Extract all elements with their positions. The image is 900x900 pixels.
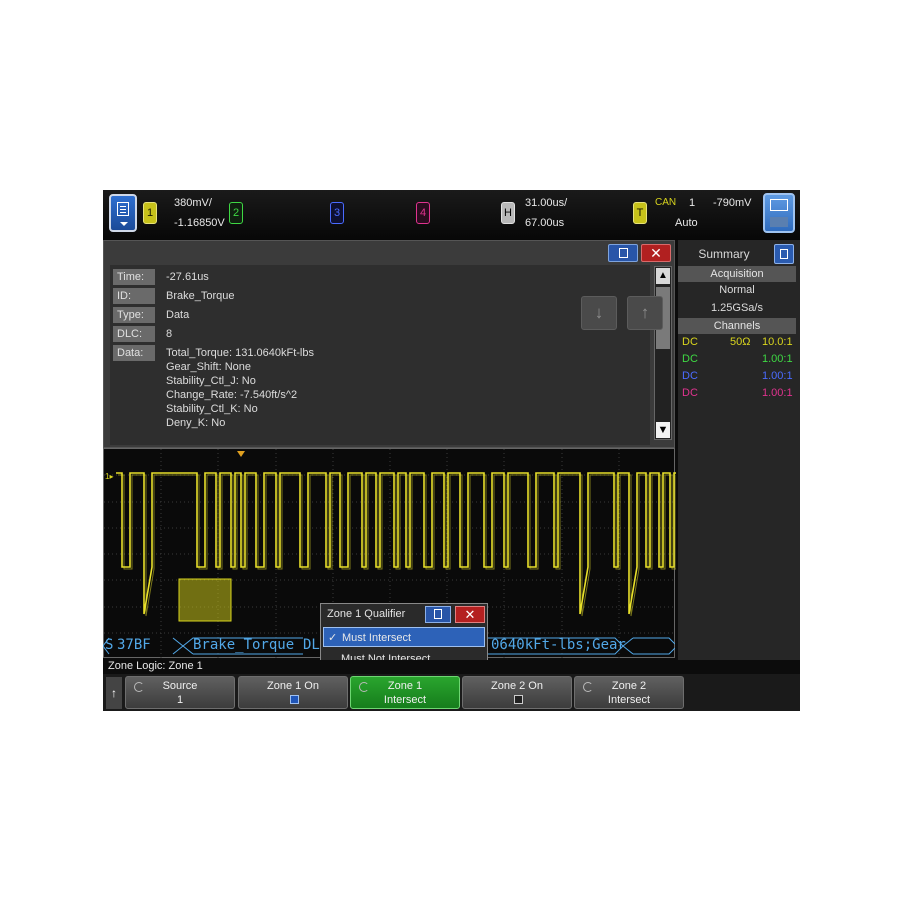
softkey-label: Source (162, 680, 198, 692)
oscilloscope-screen: 1 380mV/ -1.16850V 2 3 4 H 31.00us/ 67.0… (103, 190, 800, 711)
trigger-mode: Auto (675, 217, 698, 229)
lister-close-button[interactable]: ✕ (641, 244, 671, 262)
softkey-value: Intersect (383, 694, 427, 706)
menu-icon (117, 202, 129, 216)
field-label: Time: (113, 269, 155, 285)
field-value: 8 (166, 328, 173, 340)
top-status-bar: 1 380mV/ -1.16850V 2 3 4 H 31.00us/ 67.0… (103, 190, 800, 240)
ch1-ground-marker: 1▸ (105, 472, 113, 481)
channel-row: DC 1.00:1 (682, 353, 794, 367)
softkey-bar: ↑ Source 1 Zone 1 On Zone 1 Intersect Zo… (103, 674, 800, 711)
channel-row: DC 1.00:1 (682, 370, 794, 384)
channel-probe: 1.00:1 (762, 370, 793, 382)
lister-panel: ✕ Time: -27.61us ID: Brake_Torque Type: … (103, 240, 675, 448)
field-value: Brake_Torque (166, 290, 235, 302)
summary-title: Summary (698, 247, 750, 261)
channel-3-badge[interactable]: 3 (330, 202, 344, 224)
channel-4-badge[interactable]: 4 (416, 202, 430, 224)
channels-header: Channels (678, 318, 796, 334)
field-label: ID: (113, 288, 155, 304)
channel-coupling: DC (682, 370, 698, 382)
data-line: Change_Rate: -7.540ft/s^2 (166, 389, 298, 401)
waveform-icon (770, 217, 788, 227)
trigger-channel: 1 (689, 197, 696, 209)
zone-2-intersect-softkey[interactable]: Zone 2 Intersect (574, 676, 684, 709)
popup-menu-button[interactable] (425, 606, 451, 623)
scroll-bottom-icon[interactable]: ▼ (656, 422, 670, 438)
zone-1-intersect-softkey[interactable]: Zone 1 Intersect (350, 676, 460, 709)
delay-value: 67.00us (525, 217, 565, 229)
data-line: Total_Torque: 131.0640kFt-lbs (166, 347, 314, 359)
screen-icon (770, 199, 788, 211)
data-line: Deny_K: No (166, 417, 226, 429)
zone-1-checkbox[interactable] (290, 695, 299, 704)
ch1-scale: 380mV/ (174, 197, 212, 209)
trigger-badge[interactable]: T (633, 202, 647, 224)
zone-logic-text: Zone Logic: Zone 1 (108, 660, 203, 672)
chevron-down-icon (120, 222, 128, 226)
ch1-offset: -1.16850V (174, 217, 225, 229)
popup-close-button[interactable]: ✕ (455, 606, 485, 623)
trigger-protocol: CAN (655, 197, 677, 208)
channel-row: DC 1.00:1 (682, 387, 794, 401)
softkey-label: Zone 2 On (491, 680, 543, 692)
channel-probe: 1.00:1 (762, 387, 793, 399)
check-icon: ✓ (328, 632, 338, 644)
field-value: Data (166, 309, 190, 321)
horizontal-badge[interactable]: H (501, 202, 515, 224)
data-line: Gear_Shift: None (166, 361, 251, 373)
channel-coupling: DC (682, 336, 698, 348)
next-frame-button[interactable]: ↓ (581, 296, 617, 330)
lister-menu-button[interactable] (608, 244, 638, 262)
summary-menu-icon[interactable] (774, 244, 794, 264)
previous-frame-button[interactable]: ↑ (627, 296, 663, 330)
main-menu-button[interactable] (109, 194, 137, 232)
timebase-value: 31.00us/ (525, 197, 568, 209)
zone-1-on-softkey[interactable]: Zone 1 On (238, 676, 348, 709)
scroll-top-icon[interactable]: ▲ (656, 268, 670, 284)
summary-panel: Summary Acquisition Normal 1.25GSa/s Cha… (678, 240, 800, 660)
sample-rate: 1.25GSa/s (711, 302, 763, 314)
trigger-position-marker (237, 451, 245, 457)
acquisition-header: Acquisition (678, 266, 796, 282)
softkey-label: Zone 1 On (267, 680, 319, 692)
field-value: -27.61us (166, 271, 209, 283)
softkey-value: Intersect (607, 694, 651, 706)
zone-2-on-softkey[interactable]: Zone 2 On (462, 676, 572, 709)
channel-row: DC 50Ω 10.0:1 (682, 336, 794, 350)
display-button[interactable] (763, 193, 795, 233)
acquisition-mode: Normal (719, 284, 755, 296)
source-softkey[interactable]: Source 1 (125, 676, 235, 709)
data-line: Stability_Ctl_K: No (166, 403, 258, 415)
field-label: DLC: (113, 326, 155, 342)
channel-probe: 1.00:1 (762, 353, 793, 365)
softkey-value: 1 (176, 694, 184, 706)
data-line: Stability_Ctl_J: No (166, 375, 256, 387)
channel-1-badge[interactable]: 1 (143, 202, 157, 224)
field-label: Data: (113, 345, 155, 361)
popup-title: Zone 1 Qualifier (327, 608, 406, 620)
channel-2-badge[interactable]: 2 (229, 202, 243, 224)
lister-scrollbar[interactable]: ▲ ▼ (654, 266, 672, 440)
channel-coupling: DC (682, 387, 698, 399)
option-label: Must Intersect (342, 632, 412, 644)
field-label: Type: (113, 307, 155, 323)
channel-probe: 10.0:1 (762, 336, 793, 348)
back-button[interactable]: ↑ (106, 677, 122, 709)
softkey-label: Zone 1 (387, 680, 423, 692)
softkey-label: Zone 2 (611, 680, 647, 692)
channel-coupling: DC (682, 353, 698, 365)
zone-2-checkbox[interactable] (514, 695, 523, 704)
option-must-intersect[interactable]: ✓ Must Intersect (323, 627, 485, 647)
zone-1-box[interactable] (178, 578, 232, 622)
trigger-level: -790mV (713, 197, 752, 209)
lister-details: Time: -27.61us ID: Brake_Torque Type: Da… (110, 265, 650, 445)
channel-impedance: 50Ω (730, 336, 751, 348)
zone-logic-label: Zone Logic: Zone 1 (103, 660, 800, 674)
